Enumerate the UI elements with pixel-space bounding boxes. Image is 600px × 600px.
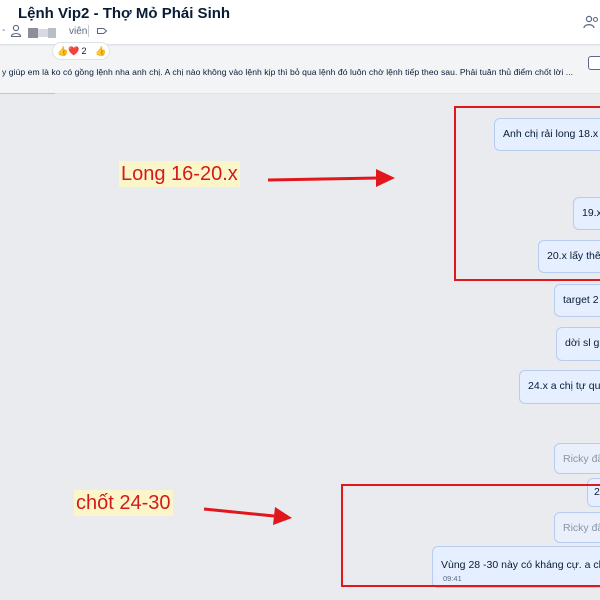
thumbs-up-icon: 👍 xyxy=(57,46,69,56)
heart-icon: ❤️ xyxy=(68,46,80,56)
reaction-count: 2 xyxy=(81,46,87,56)
arrow-icon xyxy=(203,169,395,525)
reaction-bar[interactable]: 👍❤️ 2 👍 xyxy=(52,42,110,60)
thumbs-up-icon[interactable]: 👍 xyxy=(95,43,106,59)
